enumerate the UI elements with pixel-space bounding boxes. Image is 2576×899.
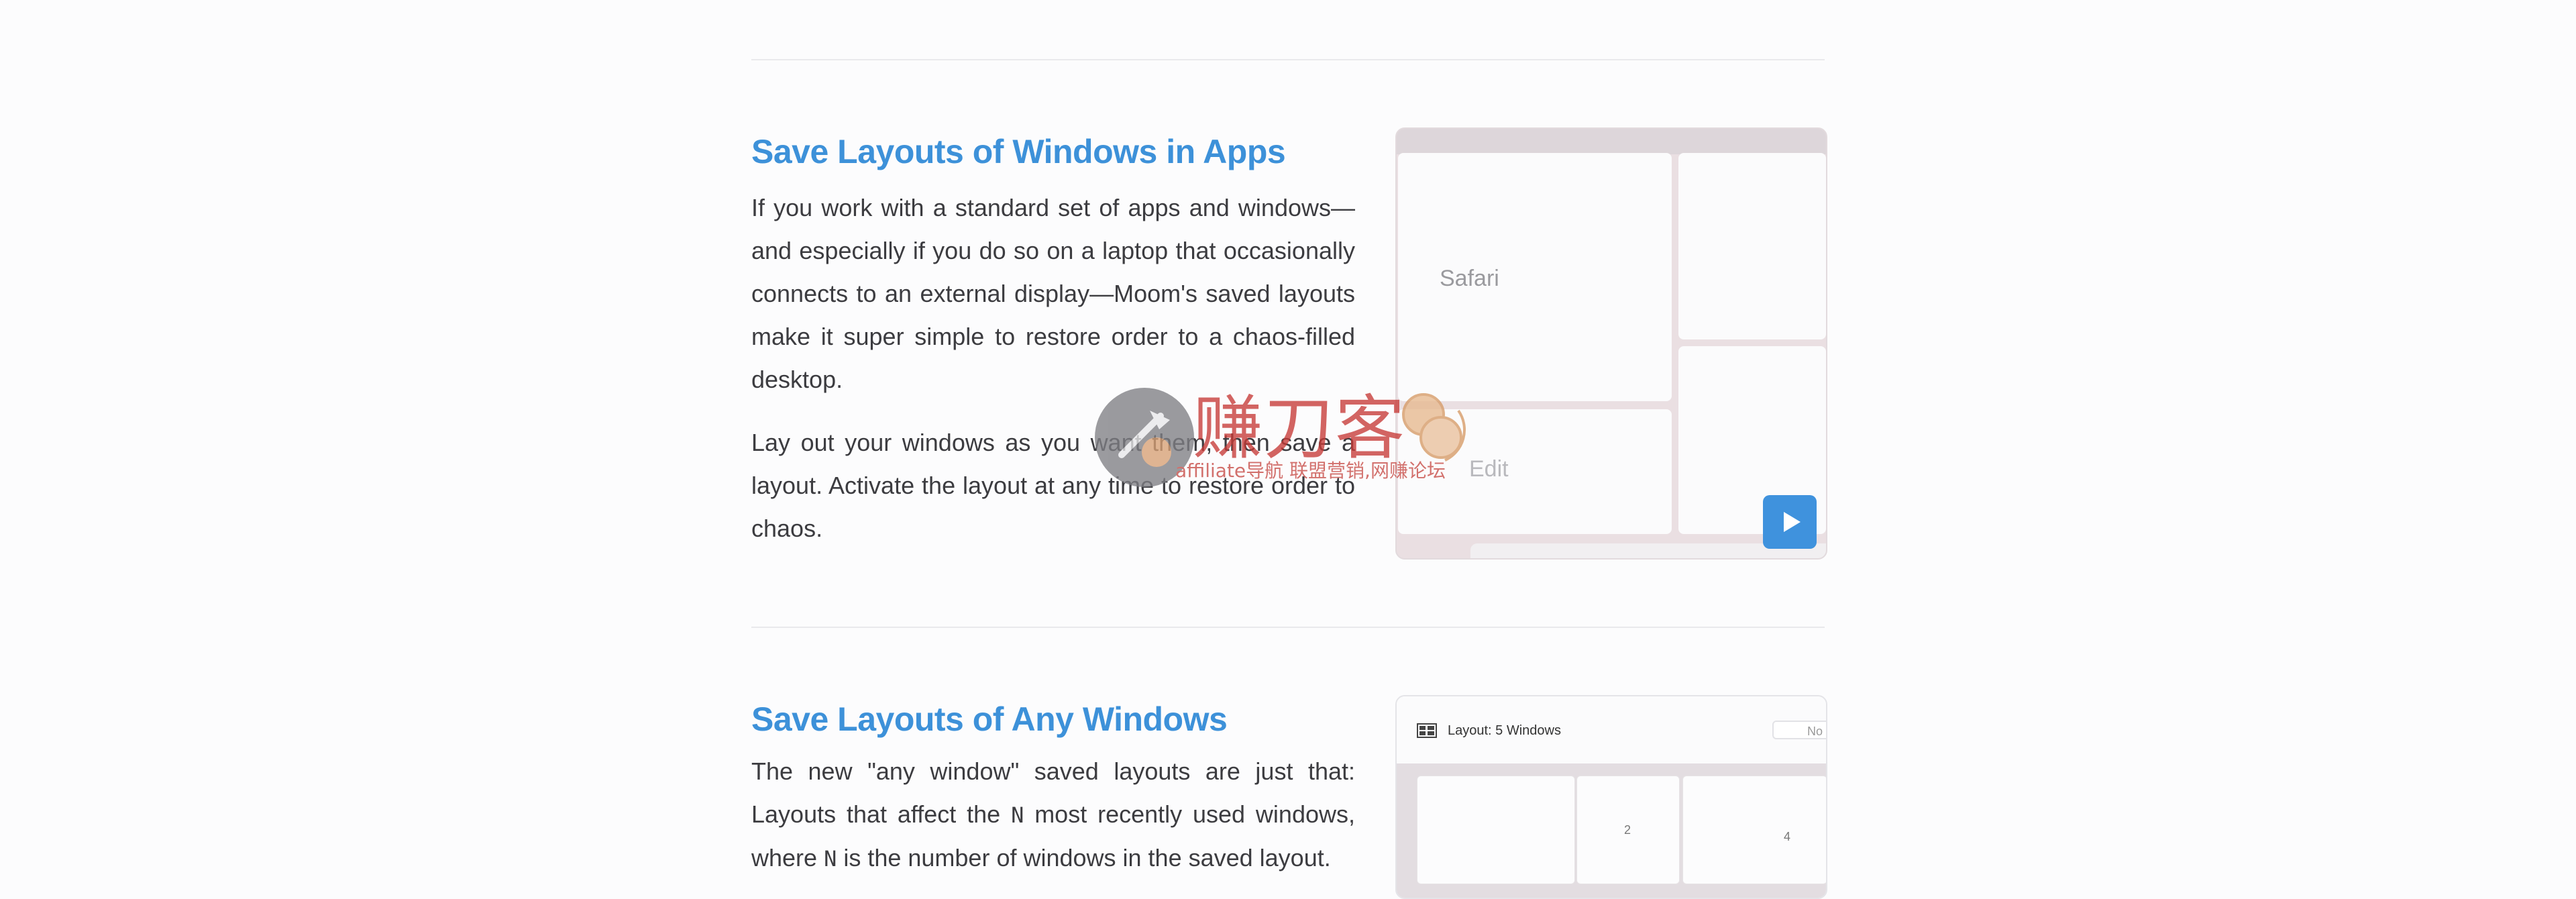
window-pane: 2 [1576, 776, 1680, 884]
layout-field[interactable]: No [1772, 721, 1826, 739]
section-paragraph: The new "any window" saved layouts are j… [751, 750, 1355, 880]
coin-icon [1402, 393, 1466, 462]
pane-number: 4 [1784, 830, 1791, 843]
section-paragraph: If you work with a standard set of apps … [751, 194, 1355, 393]
section-title: Save Layouts of Windows in Apps [751, 133, 1286, 170]
paragraph-text: is the number of windows in the saved la… [837, 844, 1331, 871]
section-divider [751, 627, 1825, 628]
section-title: Save Layouts of Any Windows [751, 700, 1228, 738]
watermark-subtitle: affiliate导航 联盟营销,网赚论坛 [1175, 460, 1446, 482]
layout-title: Layout: 5 Windows [1448, 723, 1561, 738]
edit-label: Edit [1469, 456, 1509, 482]
window-pane: 4 [1682, 776, 1826, 884]
window-pane [1678, 153, 1826, 339]
code-n: N [824, 846, 837, 871]
watermark: 赚刀客 affiliate导航 联盟营销,网赚论坛 [1095, 388, 1497, 495]
section-divider [751, 59, 1825, 60]
section-layouts-any: Save Layouts of Any Windows The new "any… [751, 695, 1827, 899]
safari-window-pane: Safari [1398, 153, 1672, 401]
window-pane [1417, 776, 1575, 884]
watermark-title: 赚刀客 [1193, 387, 1407, 469]
layout-header: Layout: 5 Windows No [1397, 696, 1826, 763]
pane-label: Safari [1440, 266, 1499, 291]
pane-number: 2 [1624, 823, 1631, 837]
layout-window-screenshot: Layout: 5 Windows No 2 4 [1395, 695, 1827, 899]
layout-canvas: 2 4 [1397, 763, 1826, 898]
grid-layout-icon [1417, 723, 1437, 738]
play-button[interactable] [1763, 495, 1817, 549]
code-n: N [1011, 802, 1024, 828]
play-icon [1784, 512, 1801, 532]
window-titlebar [1397, 129, 1826, 154]
section-text: Save Layouts of Any Windows The new "any… [751, 695, 1355, 880]
page: Save Layouts of Windows in Apps If you w… [0, 0, 2576, 899]
